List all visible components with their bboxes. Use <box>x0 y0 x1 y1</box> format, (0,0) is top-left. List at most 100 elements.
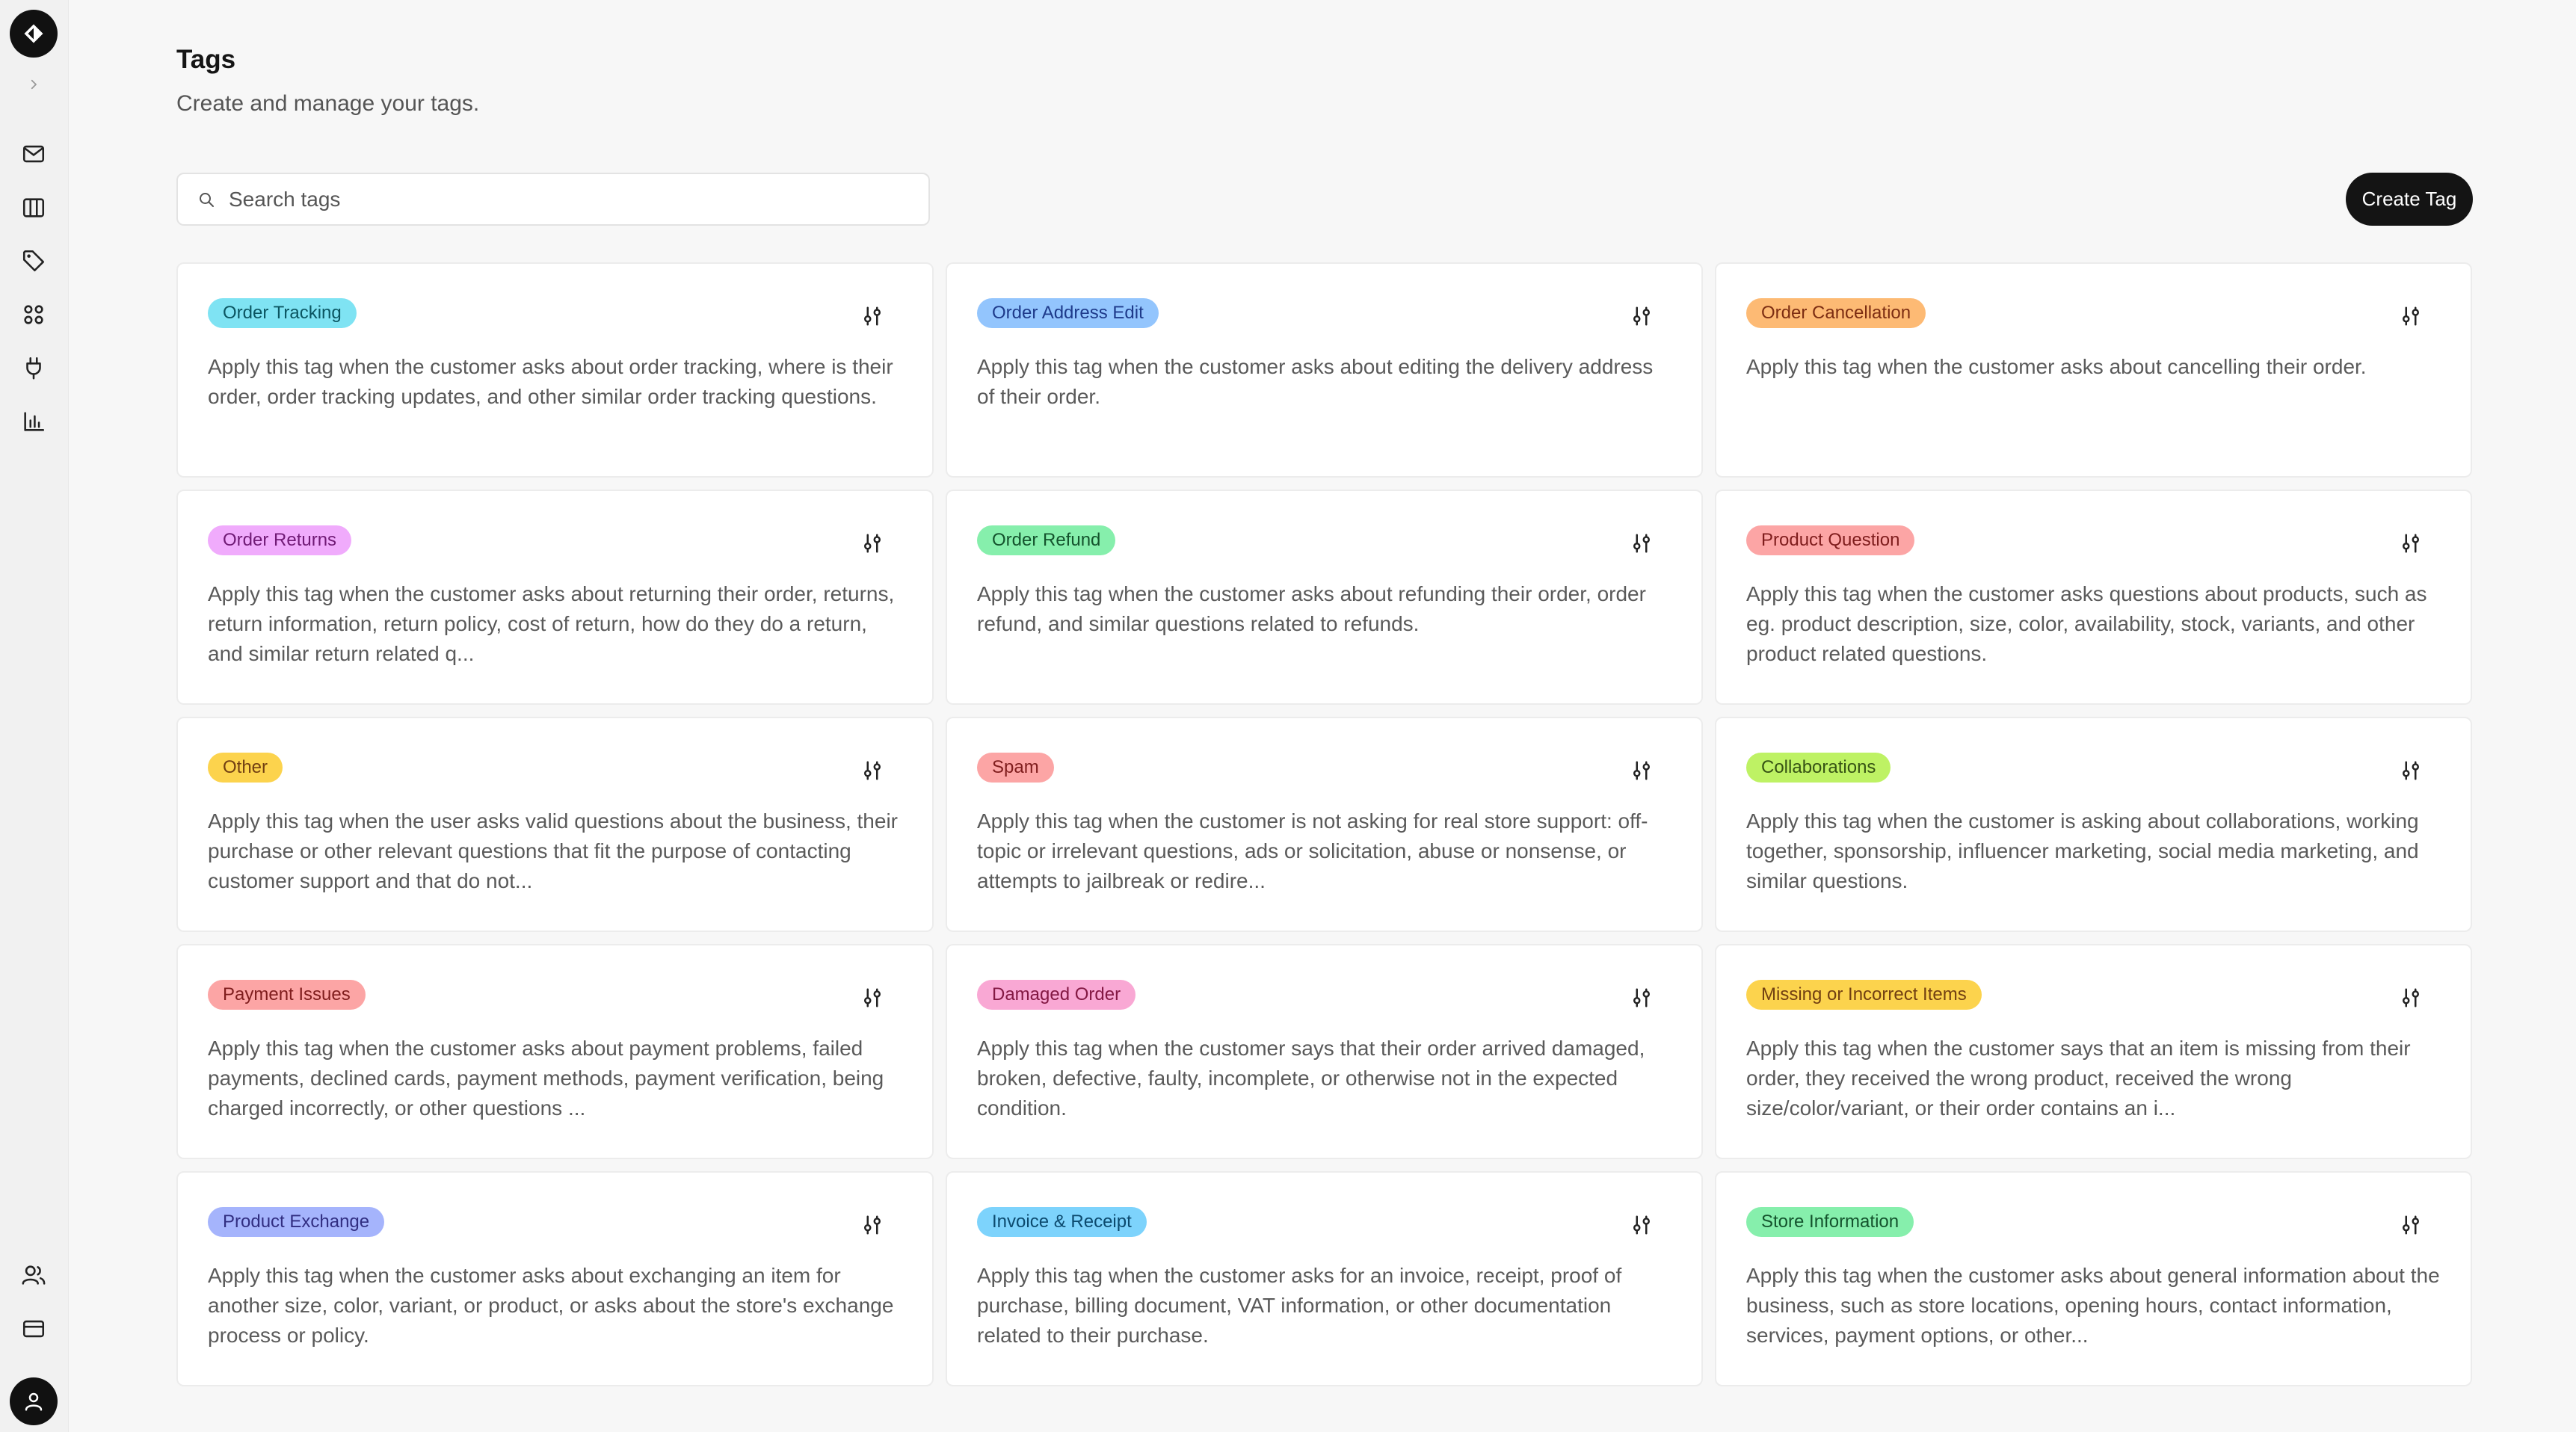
sliders-icon <box>2402 1215 2419 1235</box>
tag-card: Order Returns Apply this tag when the cu… <box>176 490 934 705</box>
tag-grid: Order Tracking Apply this tag when the c… <box>176 262 2473 1386</box>
search-icon <box>200 192 214 207</box>
users-icon <box>22 1265 46 1285</box>
tag-description: Apply this tag when the customer asks ab… <box>208 355 893 408</box>
tag-card: Missing or Incorrect Items Apply this ta… <box>1715 944 2472 1159</box>
page-title: Tags <box>176 45 236 74</box>
tag-badge: Product Question <box>1746 525 1915 555</box>
sliders-icon <box>2402 306 2419 326</box>
card-icon <box>22 1320 45 1338</box>
app-logo[interactable] <box>10 10 58 58</box>
tag-description: Apply this tag when the customer asks ab… <box>208 1037 884 1120</box>
tag-card: Product Question Apply this tag when the… <box>1715 490 2472 705</box>
tag-badge: Damaged Order <box>977 980 1136 1010</box>
tag-description: Apply this tag when the customer says th… <box>1746 1037 2411 1120</box>
search-bar[interactable] <box>176 173 930 226</box>
tag-badge: Order Refund <box>977 525 1116 555</box>
sliders-icon <box>1633 1215 1650 1235</box>
tag-description: Apply this tag when the customer asks ab… <box>1746 355 2367 378</box>
tag-badge: Order Tracking <box>208 298 357 328</box>
sliders-icon <box>863 1215 881 1235</box>
plug-icon <box>26 357 41 380</box>
tag-settings-button[interactable] <box>1628 303 1655 330</box>
sliders-icon <box>863 988 881 1007</box>
tag-description: Apply this tag when the customer asks ab… <box>1746 1264 2440 1347</box>
tag-settings-button[interactable] <box>1628 1212 1655 1238</box>
tag-settings-button[interactable] <box>2397 984 2424 1011</box>
sidebar-item-inbox[interactable] <box>18 138 49 170</box>
sidebar <box>0 0 69 1432</box>
tag-badge: Product Exchange <box>208 1207 385 1237</box>
sidebar-item-analytics[interactable] <box>18 406 49 437</box>
tag-settings-button[interactable] <box>2397 303 2424 330</box>
expand-sidebar-button[interactable] <box>22 73 45 96</box>
tag-description: Apply this tag when the customer is not … <box>977 809 1648 892</box>
tag-card: Collaborations Apply this tag when the c… <box>1715 717 2472 932</box>
tag-card: Order Tracking Apply this tag when the c… <box>176 262 934 478</box>
tag-badge: Store Information <box>1746 1207 1914 1237</box>
sliders-icon <box>1633 306 1650 326</box>
tag-settings-button[interactable] <box>1628 757 1655 784</box>
tag-card: Damaged Order Apply this tag when the cu… <box>946 944 1703 1159</box>
tag-settings-button[interactable] <box>1628 984 1655 1011</box>
diamond-arrow-icon <box>24 24 43 43</box>
tag-settings-button[interactable] <box>859 1212 886 1238</box>
sidebar-item-integrations[interactable] <box>18 352 49 383</box>
sidebar-item-team[interactable] <box>18 1259 49 1291</box>
tag-card: Spam Apply this tag when the customer is… <box>946 717 1703 932</box>
tag-badge: Order Returns <box>208 525 352 555</box>
sliders-icon <box>2402 761 2419 780</box>
tag-card: Order Refund Apply this tag when the cus… <box>946 490 1703 705</box>
tag-card: Product Exchange Apply this tag when the… <box>176 1171 934 1386</box>
tag-description: Apply this tag when the customer asks ab… <box>208 1264 894 1347</box>
tag-card: Order Address Edit Apply this tag when t… <box>946 262 1703 478</box>
tag-settings-button[interactable] <box>1628 530 1655 557</box>
sidebar-item-apps[interactable] <box>18 299 49 330</box>
tag-description: Apply this tag when the customer asks fo… <box>977 1264 1622 1347</box>
tag-description: Apply this tag when the customer is aski… <box>1746 809 2419 892</box>
columns-icon <box>22 198 45 217</box>
sliders-icon <box>1633 534 1650 553</box>
tag-description: Apply this tag when the customer says th… <box>977 1037 1645 1120</box>
tag-description: Apply this tag when the user asks valid … <box>208 809 898 892</box>
tag-card: Other Apply this tag when the user asks … <box>176 717 934 932</box>
sliders-icon <box>863 306 881 326</box>
tag-settings-button[interactable] <box>859 530 886 557</box>
tag-card: Payment Issues Apply this tag when the c… <box>176 944 934 1159</box>
tag-settings-button[interactable] <box>2397 1212 2424 1238</box>
tag-description: Apply this tag when the customer asks qu… <box>1746 582 2427 665</box>
tag-settings-button[interactable] <box>2397 530 2424 557</box>
sidebar-item-board[interactable] <box>18 192 49 223</box>
tag-badge: Spam <box>977 753 1054 783</box>
sliders-icon <box>1633 988 1650 1007</box>
tag-card: Order Cancellation Apply this tag when t… <box>1715 262 2472 478</box>
search-input[interactable] <box>229 187 902 212</box>
sliders-icon <box>2402 534 2419 553</box>
sliders-icon <box>2402 988 2419 1007</box>
bar-chart-icon <box>24 412 45 431</box>
sliders-icon <box>863 761 881 780</box>
sidebar-item-billing[interactable] <box>18 1313 49 1345</box>
tag-badge: Missing or Incorrect Items <box>1746 980 1982 1010</box>
tag-badge: Order Address Edit <box>977 298 1159 328</box>
tag-card: Store Information Apply this tag when th… <box>1715 1171 2472 1386</box>
page-subtitle: Create and manage your tags. <box>176 91 480 116</box>
tag-description: Apply this tag when the customer asks ab… <box>208 582 895 665</box>
tag-badge: Payment Issues <box>208 980 366 1010</box>
tag-badge: Invoice & Receipt <box>977 1207 1147 1237</box>
tag-badge: Order Cancellation <box>1746 298 1926 328</box>
tag-settings-button[interactable] <box>859 757 886 784</box>
tag-settings-button[interactable] <box>859 984 886 1011</box>
user-avatar[interactable] <box>10 1377 58 1425</box>
grid-icon <box>24 305 43 324</box>
mail-icon <box>22 145 45 163</box>
tag-description: Apply this tag when the customer asks ab… <box>977 582 1646 635</box>
sidebar-item-tags[interactable] <box>18 245 49 277</box>
tag-settings-button[interactable] <box>2397 757 2424 784</box>
user-icon <box>25 1392 43 1411</box>
create-tag-button[interactable]: Create Tag <box>2346 173 2473 226</box>
tag-description: Apply this tag when the customer asks ab… <box>977 355 1654 408</box>
tag-badge: Collaborations <box>1746 753 1891 783</box>
sliders-icon <box>1633 761 1650 780</box>
tag-settings-button[interactable] <box>859 303 886 330</box>
